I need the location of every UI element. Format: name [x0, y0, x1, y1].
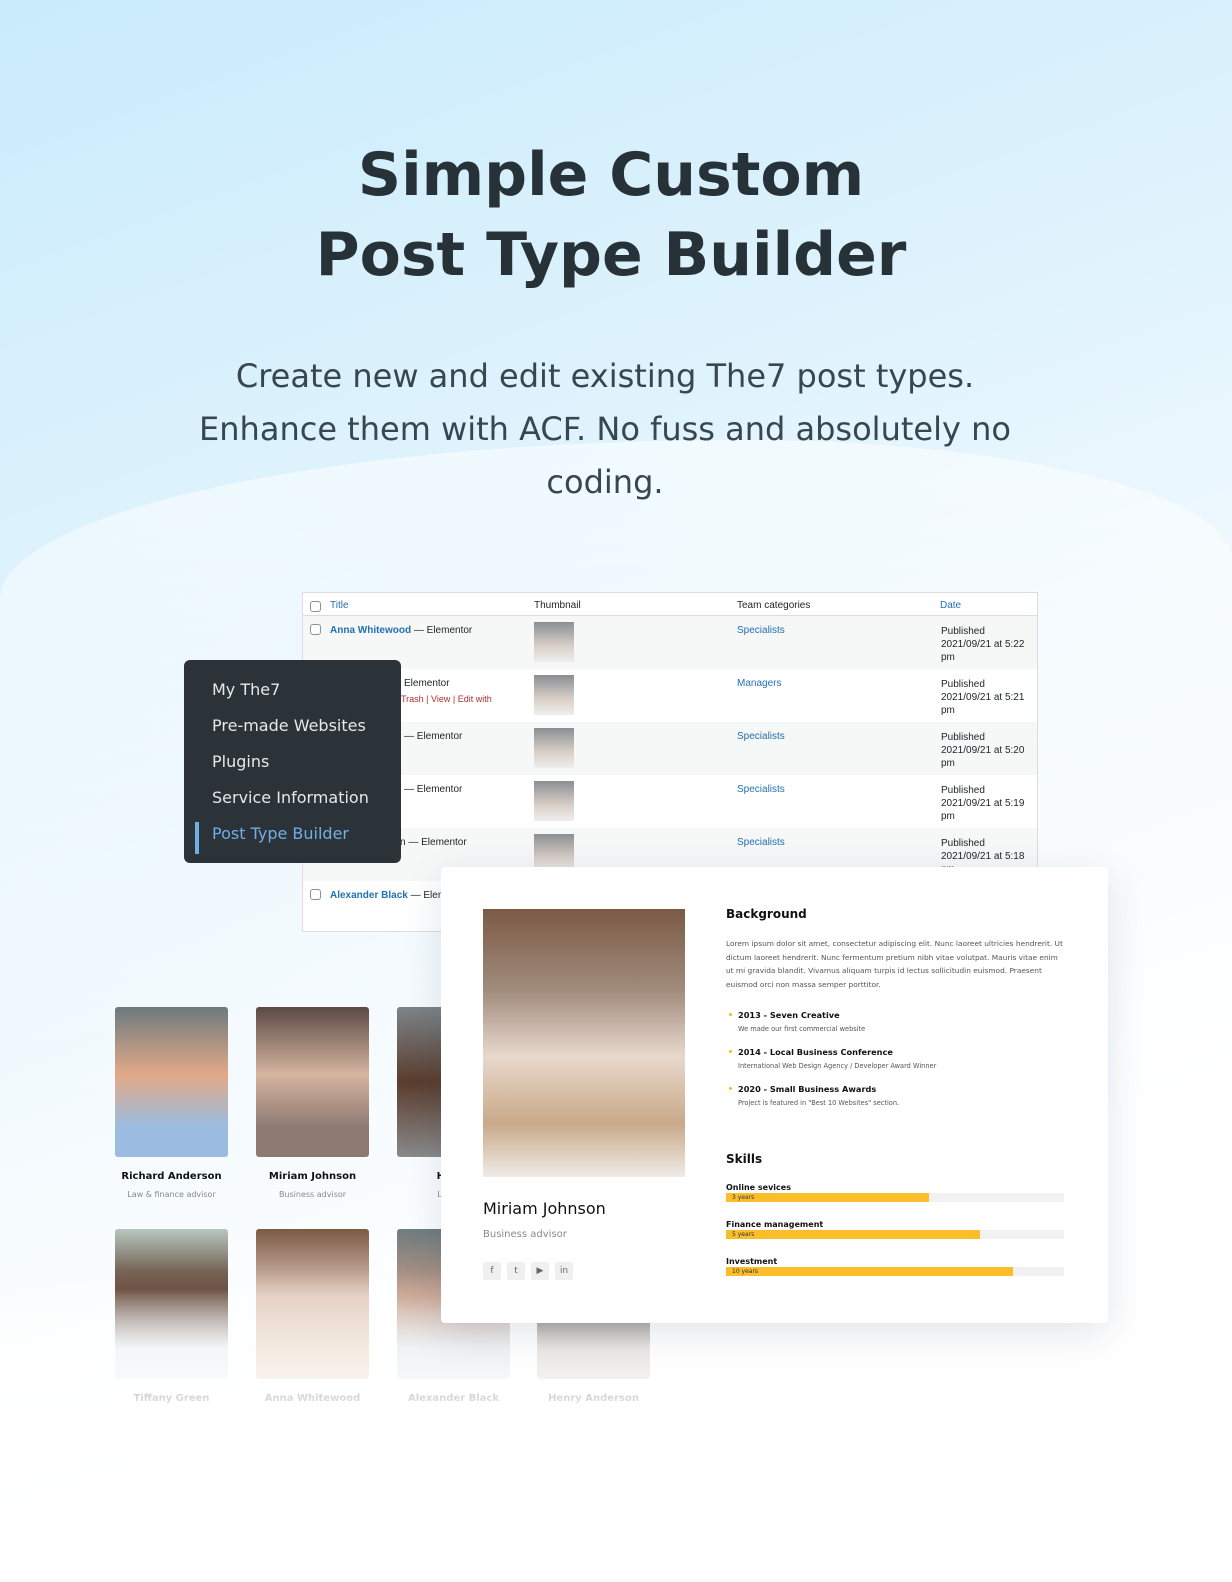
profile-name: Miriam Johnson [483, 1199, 606, 1218]
column-date[interactable]: Date [940, 600, 961, 611]
timeline-event: 2020 - Small Business Awards Project is f… [728, 1084, 900, 1107]
profile-role: Business advisor [483, 1229, 567, 1240]
team-member-role: Law & finance advisor [127, 1190, 216, 1199]
team-member-photo[interactable] [115, 1007, 228, 1157]
post-title-suffix: — Elementor [404, 784, 463, 795]
row-actions[interactable]: Trash | View | Edit with [401, 694, 492, 704]
post-title-link[interactable]: Alexander Black [330, 890, 408, 901]
timeline-event: 2013 - Seven Creative We made our first c… [728, 1010, 866, 1033]
team-member-name[interactable]: Miriam Johnson [256, 1171, 369, 1182]
table-header: Title Thumbnail Team categories Date [303, 593, 1037, 616]
team-category-link[interactable]: Specialists [737, 784, 785, 795]
column-title[interactable]: Title [330, 600, 349, 611]
skill-bar: Investment 10 years [726, 1257, 1064, 1276]
row-checkbox[interactable] [310, 624, 321, 635]
post-status: Published [941, 838, 985, 849]
table-row: — Elementor Specialists Published 2021/09… [303, 775, 1037, 828]
team-member-photo[interactable] [256, 1007, 369, 1157]
admin-submenu: My The7 Pre-made Websites Plugins Service I… [184, 660, 401, 863]
post-status: Published [941, 785, 985, 796]
skill-fill: 3 years [726, 1193, 929, 1202]
post-date: 2021/09/21 at 5:19 pm [941, 798, 1025, 822]
team-category-link[interactable]: Specialists [737, 837, 785, 848]
event-description: We made our first commercial website [738, 1025, 866, 1033]
event-title: 2014 - Local Business Conference [738, 1047, 893, 1057]
team-member-name[interactable]: Richard Anderson [115, 1171, 228, 1182]
skill-track: 5 years [726, 1230, 1064, 1239]
thumbnail-image [534, 622, 574, 662]
twitter-icon[interactable]: t [507, 1262, 525, 1280]
post-date: 2021/09/21 at 5:21 pm [941, 692, 1025, 716]
menu-item-my-the7[interactable]: My The7 [184, 678, 401, 714]
team-member-role: Business advisor [278, 1190, 347, 1199]
skill-bar: Online sevices 3 years [726, 1183, 1064, 1202]
post-title-suffix: Elementor [404, 678, 450, 689]
thumbnail-image [534, 728, 574, 768]
profile-card: Miriam Johnson Business advisor f t ▶ in… [441, 867, 1108, 1323]
table-row: Elementor Trash | View | Edit with Manag… [303, 669, 1037, 722]
menu-item-plugins[interactable]: Plugins [184, 750, 401, 786]
post-title-suffix: — Elementor [411, 625, 473, 636]
youtube-icon[interactable]: ▶ [531, 1262, 549, 1280]
event-description: Project is featured in "Best 10 Websites… [738, 1099, 900, 1107]
menu-item-post-type-builder[interactable]: Post Type Builder [184, 822, 401, 858]
timeline-event: 2014 - Local Business Conference Internat… [728, 1047, 937, 1070]
page-subtitle: Create new and edit existing The7 post t… [199, 357, 1011, 501]
post-status: Published [941, 679, 985, 690]
post-status: Published [941, 626, 985, 637]
post-title-link[interactable]: Anna Whitewood [330, 625, 411, 636]
team-category-link[interactable]: Managers [737, 678, 781, 689]
menu-item-service-information[interactable]: Service Information [184, 786, 401, 822]
column-team-categories: Team categories [737, 600, 811, 611]
table-row: Anna Whitewood — Elementor Specialists P… [303, 616, 1037, 669]
event-title: 2020 - Small Business Awards [738, 1084, 877, 1094]
post-title-suffix: — Elementor [404, 731, 463, 742]
row-checkbox[interactable] [310, 889, 321, 900]
table-row: — Elementor Specialists Published 2021/09… [303, 722, 1037, 775]
skill-name: Online sevices [726, 1183, 791, 1192]
linkedin-icon[interactable]: in [555, 1262, 573, 1280]
skill-name: Finance management [726, 1220, 824, 1229]
skill-bar: Finance management 5 years [726, 1220, 1064, 1239]
profile-photo [483, 909, 685, 1177]
post-date: 2021/09/21 at 5:20 pm [941, 745, 1025, 769]
select-all-checkbox[interactable] [310, 601, 321, 612]
event-title: 2013 - Seven Creative [738, 1010, 840, 1020]
thumbnail-image [534, 781, 574, 821]
skills-heading: Skills [726, 1152, 763, 1166]
skill-track: 3 years [726, 1193, 1064, 1202]
post-title-suffix: n — Elementor [400, 837, 467, 848]
skill-name: Investment [726, 1257, 778, 1266]
skill-fill: 5 years [726, 1230, 980, 1239]
team-category-link[interactable]: Specialists [737, 625, 785, 636]
column-thumbnail: Thumbnail [534, 600, 581, 611]
menu-item-pre-made-websites[interactable]: Pre-made Websites [184, 714, 401, 750]
team-category-link[interactable]: Specialists [737, 731, 785, 742]
background-text: Lorem ipsum dolor sit amet, consectetur … [726, 939, 1063, 989]
skill-track: 10 years [726, 1267, 1064, 1276]
page-title: Simple Custom Post Type Builder [315, 140, 907, 290]
post-date: 2021/09/21 at 5:22 pm [941, 639, 1025, 663]
facebook-icon[interactable]: f [483, 1262, 501, 1280]
background-heading: Background [726, 907, 807, 921]
event-description: International Web Design Agency / Develo… [738, 1062, 937, 1070]
post-status: Published [941, 732, 985, 743]
thumbnail-image [534, 675, 574, 715]
skill-fill: 10 years [726, 1267, 1014, 1276]
